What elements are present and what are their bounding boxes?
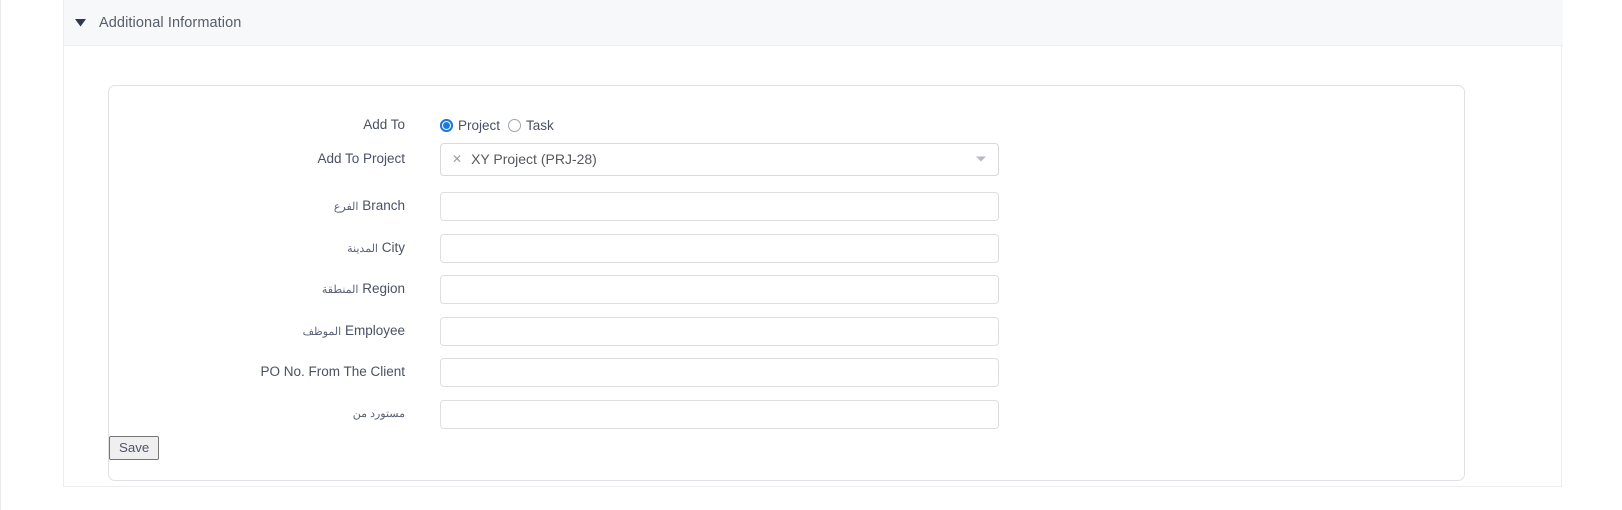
control-add-to-project: ✕ XY Project (PRJ-28)	[440, 142, 999, 176]
form-row-add-to: Add To Project Task	[109, 112, 1464, 138]
save-button[interactable]: Save	[109, 436, 160, 460]
control-employee	[440, 316, 999, 346]
chevron-down-icon[interactable]	[976, 156, 986, 162]
form-row-branch: الفرع Branch	[109, 191, 1464, 221]
label-po-no-from-client: PO No. From The Client	[260, 364, 405, 379]
section-header-additional-information[interactable]: Additional Information	[64, 0, 1563, 46]
control-region	[440, 274, 999, 304]
label-employee-en: Employee	[344, 322, 405, 338]
label-city-ar: المدينة	[347, 242, 378, 255]
radio-group-add-to: Project Task	[440, 118, 554, 133]
input-city[interactable]	[440, 233, 999, 263]
radio-label-project: Project	[458, 117, 501, 133]
label-branch-en: Branch	[362, 197, 405, 213]
control-branch	[440, 191, 999, 221]
selected-value-add-to-project: XY Project (PRJ-28)	[471, 151, 597, 167]
control-add-to: Project Task	[440, 118, 554, 133]
control-imported-from	[440, 399, 999, 429]
radio-button-project[interactable]	[440, 118, 453, 132]
label-employee: الموظف Employee	[109, 322, 405, 341]
select-add-to-project[interactable]: ✕ XY Project (PRJ-28)	[440, 142, 999, 176]
control-city	[440, 233, 999, 263]
label-region-ar: المنطقة	[321, 283, 359, 296]
label-add-to: Add To	[363, 117, 405, 132]
input-region[interactable]	[440, 274, 999, 304]
label-region: المنطقة Region	[109, 280, 405, 299]
additional-information-page: Additional Information Add To Project Ta…	[0, 0, 1622, 510]
radio-option-task[interactable]: Task	[508, 118, 554, 133]
control-po-no-from-client	[440, 357, 999, 387]
label-branch-ar: الفرع	[333, 200, 359, 213]
label-imported-from: مستورد من	[352, 408, 405, 420]
input-branch[interactable]	[440, 191, 999, 221]
label-employee-ar: الموظف	[302, 325, 342, 338]
label-city: المدينة City	[109, 239, 405, 258]
additional-information-card: Add To Project Task Add To Project ✕ XY …	[108, 85, 1465, 481]
form-row-add-to-project: Add To Project ✕ XY Project (PRJ-28)	[109, 142, 1464, 176]
radio-label-task: Task	[526, 117, 554, 133]
page-gutter-divider	[0, 0, 1, 510]
radio-option-project[interactable]: Project	[440, 118, 500, 133]
form-row-employee: الموظف Employee	[109, 316, 1464, 346]
form-row-city: المدينة City	[109, 233, 1464, 263]
radio-button-task[interactable]	[508, 118, 522, 132]
input-employee[interactable]	[440, 316, 999, 346]
remove-tag-icon[interactable]: ✕	[452, 153, 462, 165]
label-branch: الفرع Branch	[109, 197, 405, 216]
form-row-region: المنطقة Region	[109, 274, 1464, 304]
section-title: Additional Information	[99, 14, 242, 31]
selected-tag-add-to-project: ✕ XY Project (PRJ-28)	[441, 151, 597, 167]
label-region-en: Region	[362, 280, 405, 296]
caret-down-icon[interactable]	[74, 16, 87, 29]
content-container: Additional Information Add To Project Ta…	[63, 0, 1563, 487]
input-po-no-from-client[interactable]	[440, 357, 999, 387]
form-row-imported-from: مستورد من	[109, 399, 1464, 429]
label-add-to-project: Add To Project	[317, 151, 405, 166]
label-city-en: City	[381, 239, 405, 255]
form-row-po-no-from-client: PO No. From The Client	[109, 357, 1464, 387]
input-imported-from[interactable]	[440, 399, 999, 429]
